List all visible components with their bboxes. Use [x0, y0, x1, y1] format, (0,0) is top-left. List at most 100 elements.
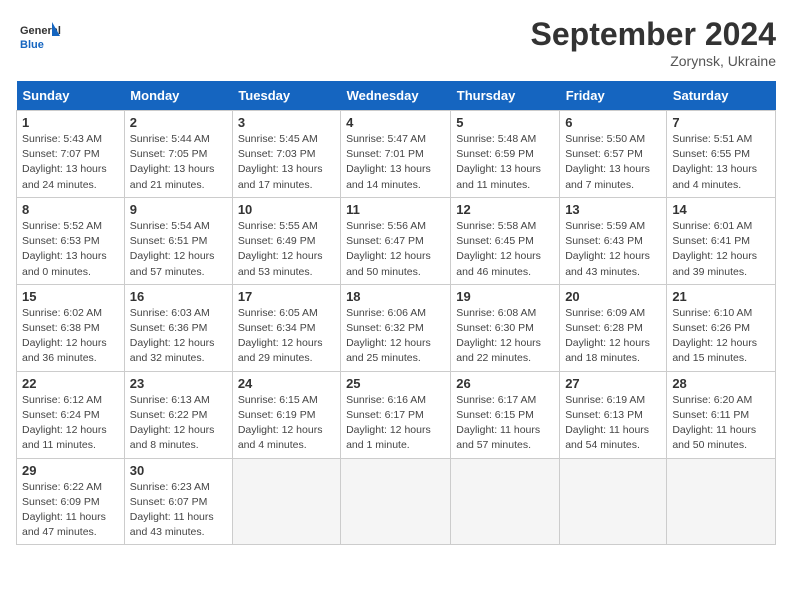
calendar-cell: 2 Sunrise: 5:44 AMSunset: 7:05 PMDayligh…	[124, 111, 232, 198]
week-row-1: 1 Sunrise: 5:43 AMSunset: 7:07 PMDayligh…	[17, 111, 776, 198]
day-info: Sunrise: 5:50 AMSunset: 6:57 PMDaylight:…	[565, 132, 661, 193]
day-info: Sunrise: 5:48 AMSunset: 6:59 PMDaylight:…	[456, 132, 554, 193]
week-row-2: 8 Sunrise: 5:52 AMSunset: 6:53 PMDayligh…	[17, 197, 776, 284]
day-number: 12	[456, 202, 554, 217]
day-number: 9	[130, 202, 227, 217]
header-wednesday: Wednesday	[341, 81, 451, 111]
day-number: 14	[672, 202, 770, 217]
calendar-cell: 27 Sunrise: 6:19 AMSunset: 6:13 PMDaylig…	[560, 371, 667, 458]
day-number: 6	[565, 115, 661, 130]
day-info: Sunrise: 5:47 AMSunset: 7:01 PMDaylight:…	[346, 132, 445, 193]
day-info: Sunrise: 6:08 AMSunset: 6:30 PMDaylight:…	[456, 306, 554, 367]
calendar-cell: 4 Sunrise: 5:47 AMSunset: 7:01 PMDayligh…	[341, 111, 451, 198]
day-info: Sunrise: 6:10 AMSunset: 6:26 PMDaylight:…	[672, 306, 770, 367]
day-info: Sunrise: 6:02 AMSunset: 6:38 PMDaylight:…	[22, 306, 119, 367]
day-number: 15	[22, 289, 119, 304]
header-saturday: Saturday	[667, 81, 776, 111]
day-number: 3	[238, 115, 335, 130]
day-number: 1	[22, 115, 119, 130]
day-number: 20	[565, 289, 661, 304]
calendar-cell: 29 Sunrise: 6:22 AMSunset: 6:09 PMDaylig…	[17, 458, 125, 545]
header-tuesday: Tuesday	[232, 81, 340, 111]
calendar-cell: 1 Sunrise: 5:43 AMSunset: 7:07 PMDayligh…	[17, 111, 125, 198]
day-info: Sunrise: 6:01 AMSunset: 6:41 PMDaylight:…	[672, 219, 770, 280]
day-info: Sunrise: 6:15 AMSunset: 6:19 PMDaylight:…	[238, 393, 335, 454]
calendar-cell: 20 Sunrise: 6:09 AMSunset: 6:28 PMDaylig…	[560, 284, 667, 371]
calendar-cell: 18 Sunrise: 6:06 AMSunset: 6:32 PMDaylig…	[341, 284, 451, 371]
calendar-cell: 13 Sunrise: 5:59 AMSunset: 6:43 PMDaylig…	[560, 197, 667, 284]
day-number: 22	[22, 376, 119, 391]
day-info: Sunrise: 6:19 AMSunset: 6:13 PMDaylight:…	[565, 393, 661, 454]
day-number: 10	[238, 202, 335, 217]
header-row: SundayMondayTuesdayWednesdayThursdayFrid…	[17, 81, 776, 111]
calendar-cell: 22 Sunrise: 6:12 AMSunset: 6:24 PMDaylig…	[17, 371, 125, 458]
day-number: 21	[672, 289, 770, 304]
day-number: 24	[238, 376, 335, 391]
day-info: Sunrise: 5:43 AMSunset: 7:07 PMDaylight:…	[22, 132, 119, 193]
day-info: Sunrise: 5:58 AMSunset: 6:45 PMDaylight:…	[456, 219, 554, 280]
calendar-cell: 25 Sunrise: 6:16 AMSunset: 6:17 PMDaylig…	[341, 371, 451, 458]
day-number: 11	[346, 202, 445, 217]
day-info: Sunrise: 6:16 AMSunset: 6:17 PMDaylight:…	[346, 393, 445, 454]
svg-text:Blue: Blue	[20, 39, 44, 51]
header-sunday: Sunday	[17, 81, 125, 111]
calendar-cell: 14 Sunrise: 6:01 AMSunset: 6:41 PMDaylig…	[667, 197, 776, 284]
logo-svg: General Blue	[16, 16, 66, 60]
calendar-cell: 3 Sunrise: 5:45 AMSunset: 7:03 PMDayligh…	[232, 111, 340, 198]
calendar-cell: 15 Sunrise: 6:02 AMSunset: 6:38 PMDaylig…	[17, 284, 125, 371]
week-row-3: 15 Sunrise: 6:02 AMSunset: 6:38 PMDaylig…	[17, 284, 776, 371]
calendar-cell: 6 Sunrise: 5:50 AMSunset: 6:57 PMDayligh…	[560, 111, 667, 198]
day-info: Sunrise: 6:12 AMSunset: 6:24 PMDaylight:…	[22, 393, 119, 454]
calendar-cell: 8 Sunrise: 5:52 AMSunset: 6:53 PMDayligh…	[17, 197, 125, 284]
day-info: Sunrise: 6:17 AMSunset: 6:15 PMDaylight:…	[456, 393, 554, 454]
calendar-cell: 7 Sunrise: 5:51 AMSunset: 6:55 PMDayligh…	[667, 111, 776, 198]
header-monday: Monday	[124, 81, 232, 111]
day-number: 26	[456, 376, 554, 391]
day-info: Sunrise: 5:54 AMSunset: 6:51 PMDaylight:…	[130, 219, 227, 280]
calendar-cell: 9 Sunrise: 5:54 AMSunset: 6:51 PMDayligh…	[124, 197, 232, 284]
month-title: September 2024	[531, 16, 776, 53]
header-thursday: Thursday	[451, 81, 560, 111]
calendar-cell: 30 Sunrise: 6:23 AMSunset: 6:07 PMDaylig…	[124, 458, 232, 545]
day-info: Sunrise: 6:06 AMSunset: 6:32 PMDaylight:…	[346, 306, 445, 367]
day-number: 30	[130, 463, 227, 478]
day-info: Sunrise: 5:44 AMSunset: 7:05 PMDaylight:…	[130, 132, 227, 193]
day-number: 23	[130, 376, 227, 391]
day-number: 8	[22, 202, 119, 217]
day-info: Sunrise: 5:59 AMSunset: 6:43 PMDaylight:…	[565, 219, 661, 280]
day-info: Sunrise: 5:45 AMSunset: 7:03 PMDaylight:…	[238, 132, 335, 193]
day-number: 7	[672, 115, 770, 130]
day-number: 27	[565, 376, 661, 391]
calendar-cell	[341, 458, 451, 545]
day-info: Sunrise: 6:20 AMSunset: 6:11 PMDaylight:…	[672, 393, 770, 454]
day-number: 13	[565, 202, 661, 217]
calendar-cell: 10 Sunrise: 5:55 AMSunset: 6:49 PMDaylig…	[232, 197, 340, 284]
day-number: 17	[238, 289, 335, 304]
calendar-cell: 28 Sunrise: 6:20 AMSunset: 6:11 PMDaylig…	[667, 371, 776, 458]
location: Zorynsk, Ukraine	[531, 53, 776, 69]
calendar-cell	[232, 458, 340, 545]
day-info: Sunrise: 5:52 AMSunset: 6:53 PMDaylight:…	[22, 219, 119, 280]
calendar-cell: 26 Sunrise: 6:17 AMSunset: 6:15 PMDaylig…	[451, 371, 560, 458]
day-info: Sunrise: 6:13 AMSunset: 6:22 PMDaylight:…	[130, 393, 227, 454]
day-info: Sunrise: 5:51 AMSunset: 6:55 PMDaylight:…	[672, 132, 770, 193]
calendar-cell: 24 Sunrise: 6:15 AMSunset: 6:19 PMDaylig…	[232, 371, 340, 458]
day-info: Sunrise: 5:56 AMSunset: 6:47 PMDaylight:…	[346, 219, 445, 280]
day-number: 18	[346, 289, 445, 304]
logo: General Blue	[16, 16, 66, 60]
week-row-4: 22 Sunrise: 6:12 AMSunset: 6:24 PMDaylig…	[17, 371, 776, 458]
day-number: 29	[22, 463, 119, 478]
day-info: Sunrise: 6:05 AMSunset: 6:34 PMDaylight:…	[238, 306, 335, 367]
calendar-cell: 21 Sunrise: 6:10 AMSunset: 6:26 PMDaylig…	[667, 284, 776, 371]
calendar-cell: 19 Sunrise: 6:08 AMSunset: 6:30 PMDaylig…	[451, 284, 560, 371]
day-info: Sunrise: 6:23 AMSunset: 6:07 PMDaylight:…	[130, 480, 227, 541]
title-block: September 2024 Zorynsk, Ukraine	[531, 16, 776, 69]
day-number: 25	[346, 376, 445, 391]
day-info: Sunrise: 5:55 AMSunset: 6:49 PMDaylight:…	[238, 219, 335, 280]
calendar-cell	[560, 458, 667, 545]
day-info: Sunrise: 6:09 AMSunset: 6:28 PMDaylight:…	[565, 306, 661, 367]
day-info: Sunrise: 6:22 AMSunset: 6:09 PMDaylight:…	[22, 480, 119, 541]
calendar-cell: 23 Sunrise: 6:13 AMSunset: 6:22 PMDaylig…	[124, 371, 232, 458]
day-number: 2	[130, 115, 227, 130]
calendar-cell: 16 Sunrise: 6:03 AMSunset: 6:36 PMDaylig…	[124, 284, 232, 371]
